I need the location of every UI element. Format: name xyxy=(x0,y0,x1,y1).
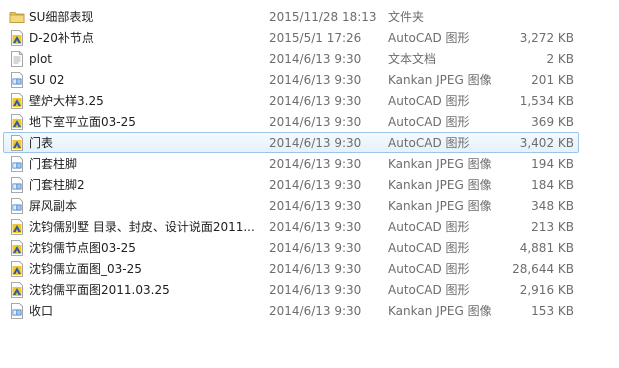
file-row[interactable]: 门套柱脚 2014/6/13 9:30 Kankan JPEG 图像 194 K… xyxy=(0,153,619,174)
autocad-file-icon xyxy=(9,93,25,109)
file-date: 2014/6/13 9:30 xyxy=(269,283,362,297)
folder-icon xyxy=(9,9,25,25)
file-row[interactable]: 沈钧儒平面图2011.03.25 2014/6/13 9:30 AutoCAD … xyxy=(0,279,619,300)
file-size: 369 KB xyxy=(531,115,574,129)
file-type: Kankan JPEG 图像 xyxy=(388,199,492,213)
jpeg-file-icon xyxy=(9,72,25,88)
file-date: 2014/6/13 9:30 xyxy=(269,178,362,192)
file-type: AutoCAD 图形 xyxy=(388,115,470,129)
file-date: 2014/6/13 9:30 xyxy=(269,94,362,108)
jpeg-file-icon xyxy=(9,177,25,193)
file-size: 3,402 KB xyxy=(519,136,574,150)
file-size: 2 KB xyxy=(546,52,574,66)
text-file-icon xyxy=(9,51,25,67)
file-date: 2014/6/13 9:30 xyxy=(269,199,362,213)
jpeg-file-icon xyxy=(9,303,25,319)
file-row[interactable]: 收口 2014/6/13 9:30 Kankan JPEG 图像 153 KB xyxy=(0,300,619,321)
file-name: 门套柱脚 xyxy=(29,157,78,171)
file-list: SU细部表现 2015/11/28 18:13 文件夹 D-20补节点 2015… xyxy=(0,6,619,321)
file-name: 沈钧儒节点图03-25 xyxy=(29,241,136,255)
file-size: 213 KB xyxy=(531,220,574,234)
file-date: 2014/6/13 9:30 xyxy=(269,115,362,129)
autocad-file-icon xyxy=(9,219,25,235)
file-date: 2014/6/13 9:30 xyxy=(269,73,362,87)
file-type: AutoCAD 图形 xyxy=(388,241,470,255)
file-type: AutoCAD 图形 xyxy=(388,262,470,276)
file-type: Kankan JPEG 图像 xyxy=(388,178,492,192)
file-type: AutoCAD 图形 xyxy=(388,220,470,234)
file-row[interactable]: SU细部表现 2015/11/28 18:13 文件夹 xyxy=(0,6,619,27)
file-size: 153 KB xyxy=(531,304,574,318)
file-name: SU 02 xyxy=(29,73,65,87)
file-name: SU细部表现 xyxy=(29,10,94,24)
file-row[interactable]: 壁炉大样3.25 2014/6/13 9:30 AutoCAD 图形 1,534… xyxy=(0,90,619,111)
file-date: 2014/6/13 9:30 xyxy=(269,220,362,234)
file-name: 壁炉大样3.25 xyxy=(29,94,104,108)
file-type: 文本文档 xyxy=(388,52,437,66)
file-row[interactable]: 沈钧儒立面图_03-25 2014/6/13 9:30 AutoCAD 图形 2… xyxy=(0,258,619,279)
autocad-file-icon xyxy=(9,135,25,151)
file-size: 1,534 KB xyxy=(519,94,574,108)
file-size: 2,916 KB xyxy=(519,283,574,297)
file-date: 2014/6/13 9:30 xyxy=(269,262,362,276)
file-type: Kankan JPEG 图像 xyxy=(388,73,492,87)
file-row[interactable]: 门套柱脚2 2014/6/13 9:30 Kankan JPEG 图像 184 … xyxy=(0,174,619,195)
file-size: 4,881 KB xyxy=(519,241,574,255)
file-size: 184 KB xyxy=(531,178,574,192)
file-date: 2015/5/1 17:26 xyxy=(269,31,362,45)
file-row[interactable]: 屏风副本 2014/6/13 9:30 Kankan JPEG 图像 348 K… xyxy=(0,195,619,216)
file-name: 沈钧儒别墅 目录、封皮、设计说面2011... xyxy=(29,220,255,234)
file-date: 2015/11/28 18:13 xyxy=(269,10,377,24)
file-date: 2014/6/13 9:30 xyxy=(269,241,362,255)
autocad-file-icon xyxy=(9,240,25,256)
autocad-file-icon xyxy=(9,30,25,46)
file-row[interactable]: 地下室平立面03-25 2014/6/13 9:30 AutoCAD 图形 36… xyxy=(0,111,619,132)
file-row[interactable]: 沈钧儒节点图03-25 2014/6/13 9:30 AutoCAD 图形 4,… xyxy=(0,237,619,258)
jpeg-file-icon xyxy=(9,198,25,214)
file-row[interactable]: 沈钧儒别墅 目录、封皮、设计说面2011... 2014/6/13 9:30 A… xyxy=(0,216,619,237)
file-date: 2014/6/13 9:30 xyxy=(269,136,362,150)
file-date: 2014/6/13 9:30 xyxy=(269,52,362,66)
file-size: 3,272 KB xyxy=(519,31,574,45)
file-type: 文件夹 xyxy=(388,10,425,24)
file-row[interactable]: plot 2014/6/13 9:30 文本文档 2 KB xyxy=(0,48,619,69)
file-name: 门套柱脚2 xyxy=(29,178,85,192)
file-name: 沈钧儒立面图_03-25 xyxy=(29,262,142,276)
file-name: plot xyxy=(29,52,52,66)
file-date: 2014/6/13 9:30 xyxy=(269,304,362,318)
file-size: 348 KB xyxy=(531,199,574,213)
file-row[interactable]: D-20补节点 2015/5/1 17:26 AutoCAD 图形 3,272 … xyxy=(0,27,619,48)
file-name: 沈钧儒平面图2011.03.25 xyxy=(29,283,170,297)
jpeg-file-icon xyxy=(9,156,25,172)
file-size: 201 KB xyxy=(531,73,574,87)
autocad-file-icon xyxy=(9,261,25,277)
file-row[interactable]: 门表 2014/6/13 9:30 AutoCAD 图形 3,402 KB xyxy=(3,132,579,153)
file-name: 收口 xyxy=(29,304,54,318)
file-type: AutoCAD 图形 xyxy=(388,94,470,108)
autocad-file-icon xyxy=(9,282,25,298)
file-type: AutoCAD 图形 xyxy=(388,31,470,45)
file-row[interactable]: SU 02 2014/6/13 9:30 Kankan JPEG 图像 201 … xyxy=(0,69,619,90)
file-type: AutoCAD 图形 xyxy=(388,136,470,150)
file-name: 屏风副本 xyxy=(29,199,78,213)
file-name: 门表 xyxy=(29,136,54,150)
autocad-file-icon xyxy=(9,114,25,130)
file-date: 2014/6/13 9:30 xyxy=(269,157,362,171)
file-type: Kankan JPEG 图像 xyxy=(388,157,492,171)
file-name: 地下室平立面03-25 xyxy=(29,115,136,129)
file-type: AutoCAD 图形 xyxy=(388,283,470,297)
file-size: 28,644 KB xyxy=(512,262,574,276)
file-type: Kankan JPEG 图像 xyxy=(388,304,492,318)
file-size: 194 KB xyxy=(531,157,574,171)
file-name: D-20补节点 xyxy=(29,31,94,45)
